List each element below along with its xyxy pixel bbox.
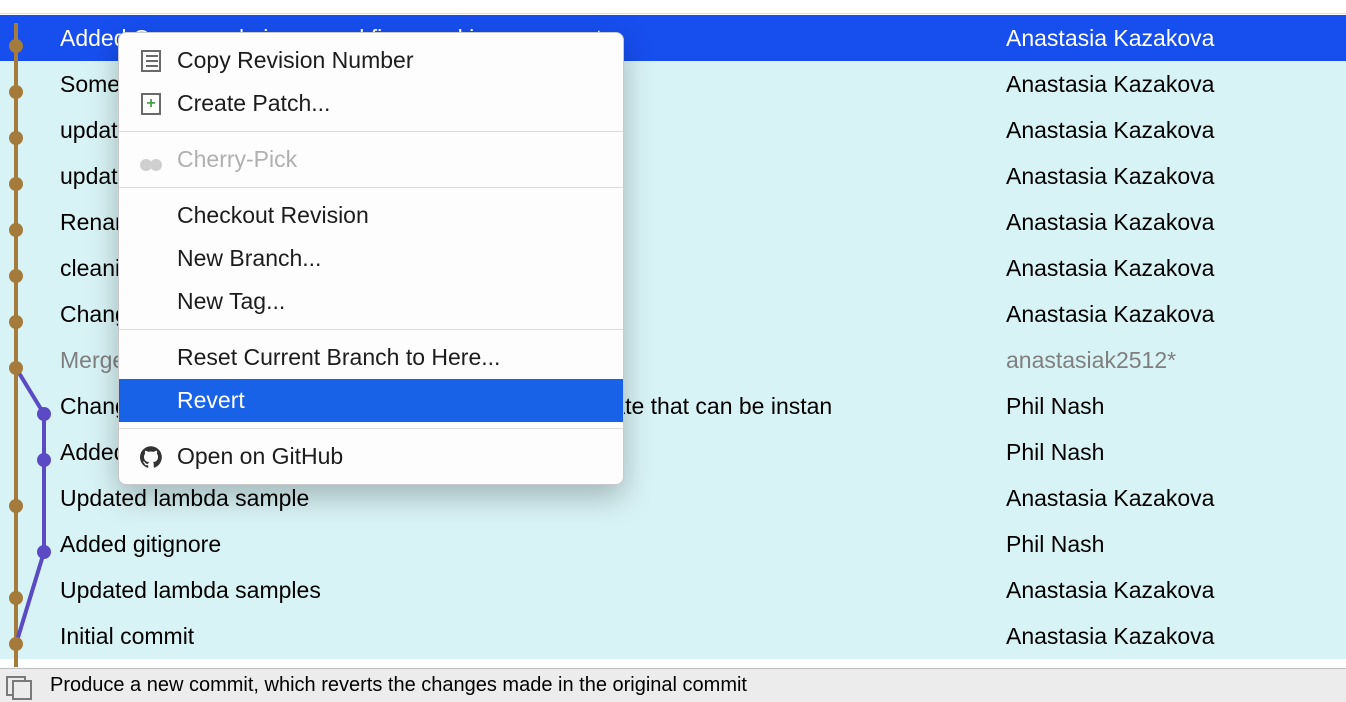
commit-row[interactable]: Initial commitAnastasia Kazakova — [0, 613, 1346, 659]
blank-icon — [137, 387, 165, 415]
commit-row[interactable]: Updated lambda samplesAnastasia Kazakova — [0, 567, 1346, 613]
menu-item-label: Checkout Revision — [177, 202, 605, 229]
window-icon[interactable] — [6, 676, 30, 696]
menu-item-label: New Branch... — [177, 245, 605, 272]
commit-author: Phil Nash — [1006, 439, 1346, 466]
commit-author: Phil Nash — [1006, 393, 1346, 420]
commit-message: Updated lambda samples — [0, 577, 1006, 604]
menu-copy-revision[interactable]: Copy Revision Number — [119, 39, 623, 82]
commit-author: Anastasia Kazakova — [1006, 25, 1346, 52]
commit-author: Anastasia Kazakova — [1006, 577, 1346, 604]
menu-item-label: Revert — [177, 387, 605, 414]
menu-item-label: Open on GitHub — [177, 443, 605, 470]
menu-open-github[interactable]: Open on GitHub — [119, 435, 623, 478]
menu-reset-branch[interactable]: Reset Current Branch to Here... — [119, 336, 623, 379]
commit-author: Anastasia Kazakova — [1006, 301, 1346, 328]
blank-icon — [137, 245, 165, 273]
menu-separator — [119, 329, 623, 330]
document-icon — [137, 47, 165, 75]
commit-author: Anastasia Kazakova — [1006, 163, 1346, 190]
menu-separator — [119, 131, 623, 132]
menu-checkout-revision[interactable]: Checkout Revision — [119, 194, 623, 237]
commit-author: Anastasia Kazakova — [1006, 209, 1346, 236]
patch-icon: + — [137, 90, 165, 118]
cherry-icon — [137, 146, 165, 174]
commit-message: Initial commit — [0, 623, 1006, 650]
commit-author: Anastasia Kazakova — [1006, 255, 1346, 282]
menu-revert[interactable]: Revert — [119, 379, 623, 422]
github-icon — [137, 443, 165, 471]
menu-item-label: Reset Current Branch to Here... — [177, 344, 605, 371]
menu-item-label: Cherry-Pick — [177, 146, 605, 173]
menu-create-patch[interactable]: + Create Patch... — [119, 82, 623, 125]
menu-separator — [119, 428, 623, 429]
commit-message: Updated lambda sample — [0, 485, 1006, 512]
menu-new-tag[interactable]: New Tag... — [119, 280, 623, 323]
context-menu: Copy Revision Number + Create Patch... C… — [118, 32, 624, 485]
blank-icon — [137, 202, 165, 230]
top-spacer — [0, 0, 1346, 14]
commit-author: Anastasia Kazakova — [1006, 485, 1346, 512]
commit-author: anastasiak2512* — [1006, 347, 1346, 374]
menu-item-label: New Tag... — [177, 288, 605, 315]
menu-cherry-pick: Cherry-Pick — [119, 138, 623, 181]
blank-icon — [137, 288, 165, 316]
commit-author: Anastasia Kazakova — [1006, 71, 1346, 98]
menu-new-branch[interactable]: New Branch... — [119, 237, 623, 280]
commit-author: Phil Nash — [1006, 531, 1346, 558]
menu-item-label: Copy Revision Number — [177, 47, 605, 74]
blank-icon — [137, 344, 165, 372]
menu-separator — [119, 187, 623, 188]
commit-author: Anastasia Kazakova — [1006, 117, 1346, 144]
status-text: Produce a new commit, which reverts the … — [50, 674, 747, 697]
status-bar: Produce a new commit, which reverts the … — [0, 668, 1346, 702]
commit-author: Anastasia Kazakova — [1006, 623, 1346, 650]
commit-message: Added gitignore — [0, 531, 1006, 558]
menu-item-label: Create Patch... — [177, 90, 605, 117]
commit-row[interactable]: Added gitignorePhil Nash — [0, 521, 1346, 567]
